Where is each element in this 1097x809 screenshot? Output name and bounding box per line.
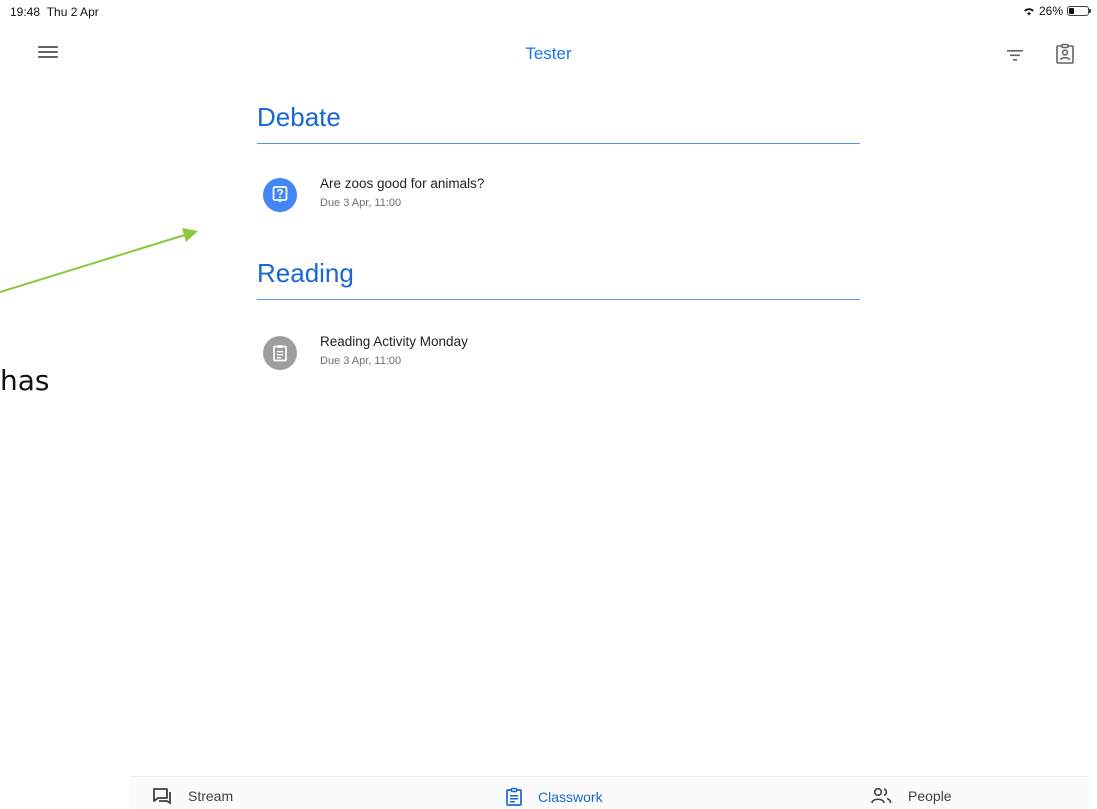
- classwork-item-question[interactable]: Are zoos good for animals? Due 3 Apr, 11…: [257, 170, 860, 224]
- classwork-item-assignment[interactable]: Reading Activity Monday Due 3 Apr, 11:00: [257, 328, 860, 382]
- stream-icon: [153, 788, 171, 805]
- assignment-ind-icon: [1056, 43, 1074, 64]
- topic-title-debate: Debate: [257, 102, 341, 132]
- your-work-button[interactable]: [1053, 42, 1077, 66]
- filter-button[interactable]: [1003, 45, 1027, 65]
- tab-classwork-label: Classwork: [538, 789, 603, 805]
- topic-divider: [257, 143, 860, 144]
- topic-divider: [257, 299, 860, 300]
- classroom-screen: 19:48 Thu 2 Apr 26% Tester Debate Are zo…: [0, 0, 1097, 809]
- filter-icon: [1007, 50, 1023, 61]
- status-time: 19:48 Thu 2 Apr: [10, 5, 99, 19]
- tab-stream[interactable]: Stream: [152, 787, 233, 805]
- item-due-date: Due 3 Apr, 11:00: [320, 355, 402, 367]
- tab-people[interactable]: People: [870, 787, 952, 805]
- tab-stream-label: Stream: [188, 788, 234, 804]
- annotation-arrow: [0, 228, 198, 293]
- status-clock: 19:48: [10, 5, 41, 19]
- item-title: Reading Activity Monday: [320, 334, 468, 349]
- menu-icon: [38, 46, 58, 58]
- assignment-icon: [263, 336, 297, 370]
- people-icon: [871, 787, 892, 804]
- question-icon: [263, 178, 297, 212]
- menu-button[interactable]: [38, 44, 58, 60]
- battery-percent: 26%: [1038, 4, 1063, 18]
- status-indicators: 26%: [1023, 4, 1091, 18]
- bottom-navigation: Stream Classwork People: [130, 776, 1089, 809]
- status-date: Thu 2 Apr: [46, 5, 99, 19]
- wifi-icon: [1024, 8, 1034, 16]
- battery-level-fill: [1069, 8, 1074, 14]
- item-title: Are zoos good for animals?: [320, 176, 485, 191]
- annotation-text: has: [0, 364, 50, 397]
- topic-title-reading: Reading: [257, 258, 354, 288]
- item-due-date: Due 3 Apr, 11:00: [320, 197, 402, 209]
- classwork-icon: [506, 787, 522, 806]
- tab-classwork[interactable]: Classwork: [504, 787, 603, 807]
- class-title: Tester: [525, 44, 572, 63]
- battery-icon: [1067, 6, 1091, 16]
- tab-people-label: People: [908, 788, 952, 804]
